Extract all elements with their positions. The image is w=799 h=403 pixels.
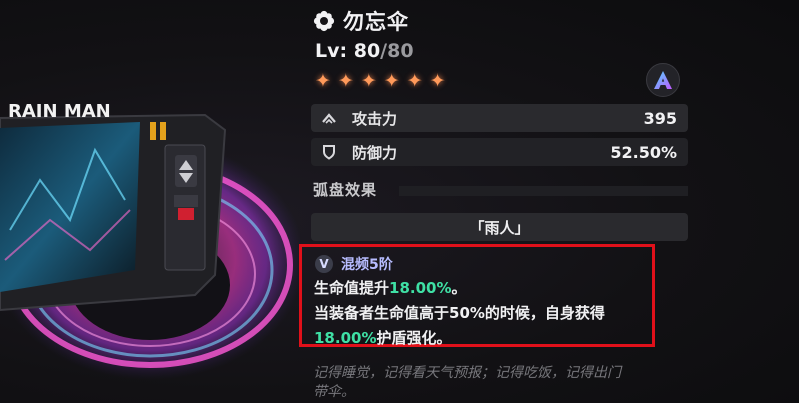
star-icon: ✦ xyxy=(406,70,423,92)
set-name-button[interactable]: 「雨人」 xyxy=(311,213,688,241)
item-title-row: 勿忘伞 xyxy=(313,6,409,36)
stat-row-attack: 攻击力 395 xyxy=(311,104,688,132)
level-display: Lv: 80/80 xyxy=(315,40,414,62)
section-title: 弧盘效果 xyxy=(313,181,378,199)
star-icon: ✦ xyxy=(429,70,446,92)
stat-label: 攻击力 xyxy=(352,109,398,128)
tier-badge: V xyxy=(315,255,333,273)
effect-line-1: 生命值提升18.00%。 xyxy=(314,277,467,298)
effect-name: 混频5阶 xyxy=(341,257,393,273)
effect-value: 18.00% xyxy=(314,329,377,347)
section-divider xyxy=(399,186,688,196)
shield-icon xyxy=(320,143,338,161)
set-section-header: 弧盘效果 xyxy=(311,181,688,199)
level-value: 80 xyxy=(353,40,381,62)
stat-value: 52.50% xyxy=(610,142,677,162)
stat-value: 395 xyxy=(643,108,677,128)
flower-gear-icon xyxy=(313,10,335,32)
stat-label: 防御力 xyxy=(352,143,398,162)
effect-line-2: 当装备者生命值高于50%的时候，自身获得 xyxy=(314,304,605,322)
level-max: /80 xyxy=(380,40,414,62)
flavor-line: 记得睡觉，记得看天气预报；记得吃饭，记得出门 xyxy=(313,365,621,381)
attack-chevron-icon xyxy=(320,109,338,127)
device-label: RAIN MAN xyxy=(8,101,111,122)
flavor-text: 记得睡觉，记得看天气预报；记得吃饭，记得出门 带伞。 xyxy=(313,364,693,402)
weapon-artwork: RAIN MAN xyxy=(0,101,300,380)
rank-a-icon xyxy=(646,63,680,97)
level-label: Lv: xyxy=(315,40,348,62)
star-icon: ✦ xyxy=(383,70,400,92)
effect-text: 护盾强化。 xyxy=(376,329,452,347)
star-rating: ✦ ✦ ✦ ✦ ✦ ✦ xyxy=(315,70,446,92)
effect-text: 生命值提升 xyxy=(314,279,390,297)
effect-text: 。 xyxy=(451,279,467,297)
star-icon: ✦ xyxy=(315,70,331,92)
effect-line-3: 18.00%护盾强化。 xyxy=(314,327,452,348)
stat-row-defense: 防御力 52.50% xyxy=(311,138,688,166)
item-name: 勿忘伞 xyxy=(343,10,409,34)
effect-header: V 混频5阶 xyxy=(315,254,393,274)
star-icon: ✦ xyxy=(337,70,354,92)
effect-value: 18.00% xyxy=(389,279,452,297)
flavor-line: 带伞。 xyxy=(313,384,355,400)
star-icon: ✦ xyxy=(360,70,377,92)
